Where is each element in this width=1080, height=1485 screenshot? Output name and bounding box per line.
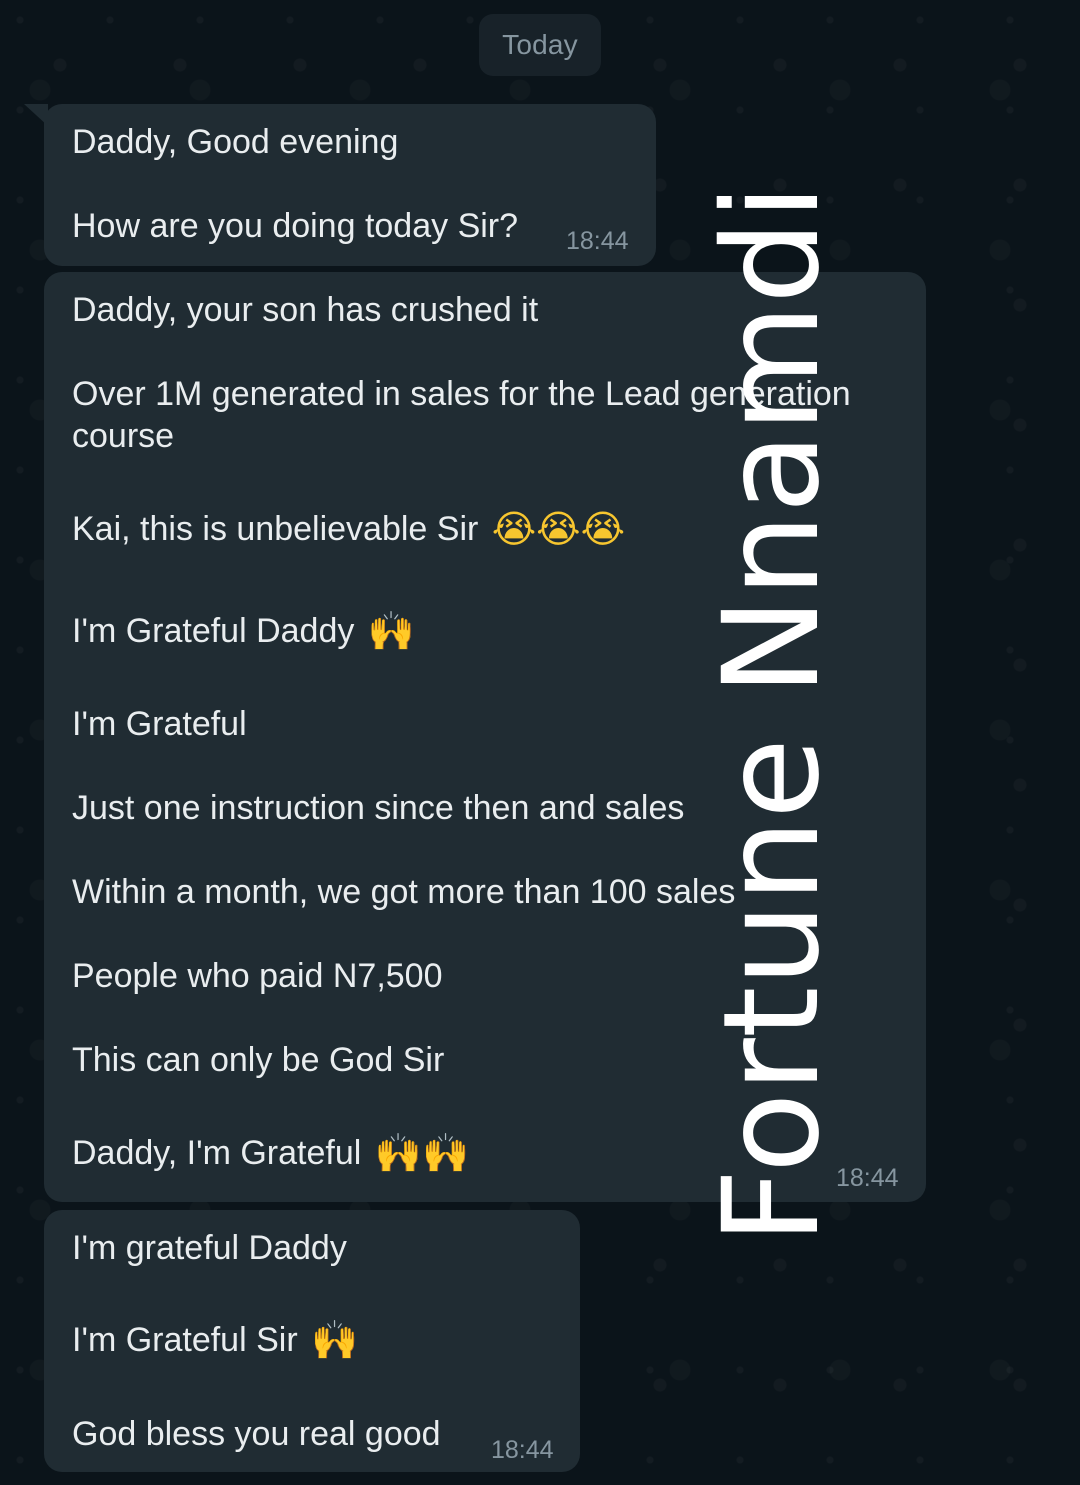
message-text-with-emoji: I'm Grateful Sir 🙌 (72, 1319, 358, 1361)
message-bubble-2[interactable]: Daddy, your son has crushed it Over 1M g… (44, 272, 926, 1202)
message-text: Within a month, we got more than 100 sal… (72, 873, 736, 911)
raising-hands-icon: 🙌 (311, 1318, 359, 1362)
message-text: I'm Grateful (72, 705, 247, 743)
message-text: I'm Grateful Daddy (72, 612, 355, 650)
message-bubble-3[interactable]: I'm grateful Daddy I'm Grateful Sir 🙌 Go… (44, 1210, 580, 1472)
message-timestamp: 18:44 (836, 1164, 899, 1192)
message-text: I'm grateful Daddy (72, 1229, 347, 1267)
message-bubble-1[interactable]: Daddy, Good evening How are you doing to… (24, 104, 656, 266)
message-text: How are you doing today Sir? (72, 207, 519, 245)
message-text: course (72, 417, 175, 455)
message-timestamp: 18:44 (491, 1436, 554, 1464)
message-text-with-emoji: Daddy, I'm Grateful 🙌🙌 (72, 1132, 469, 1174)
message-text: This can only be God Sir (72, 1041, 445, 1079)
message-text: Daddy, I'm Grateful (72, 1134, 362, 1172)
message-text: Daddy, your son has crushed it (72, 291, 539, 329)
message-text: People who paid N7,500 (72, 957, 443, 995)
message-text: I'm Grateful Sir (72, 1321, 298, 1359)
message-text: Just one instruction since then and sale… (72, 789, 685, 827)
message-timestamp: 18:44 (566, 227, 629, 255)
crying-face-icon: 😭😭😭 (491, 507, 625, 551)
message-text: Over 1M generated in sales for the Lead … (72, 375, 851, 413)
message-text: God bless you real good (72, 1415, 441, 1453)
raising-hands-icon: 🙌 (367, 609, 416, 653)
date-chip: Today (479, 14, 601, 76)
raising-hands-icon: 🙌🙌 (374, 1131, 470, 1175)
message-text: Kai, this is unbelievable Sir (72, 510, 479, 548)
message-text-with-emoji: I'm Grateful Daddy 🙌 (72, 610, 415, 652)
message-text-with-emoji: Kai, this is unbelievable Sir 😭😭😭 (72, 508, 625, 550)
message-text: Daddy, Good evening (72, 123, 399, 161)
